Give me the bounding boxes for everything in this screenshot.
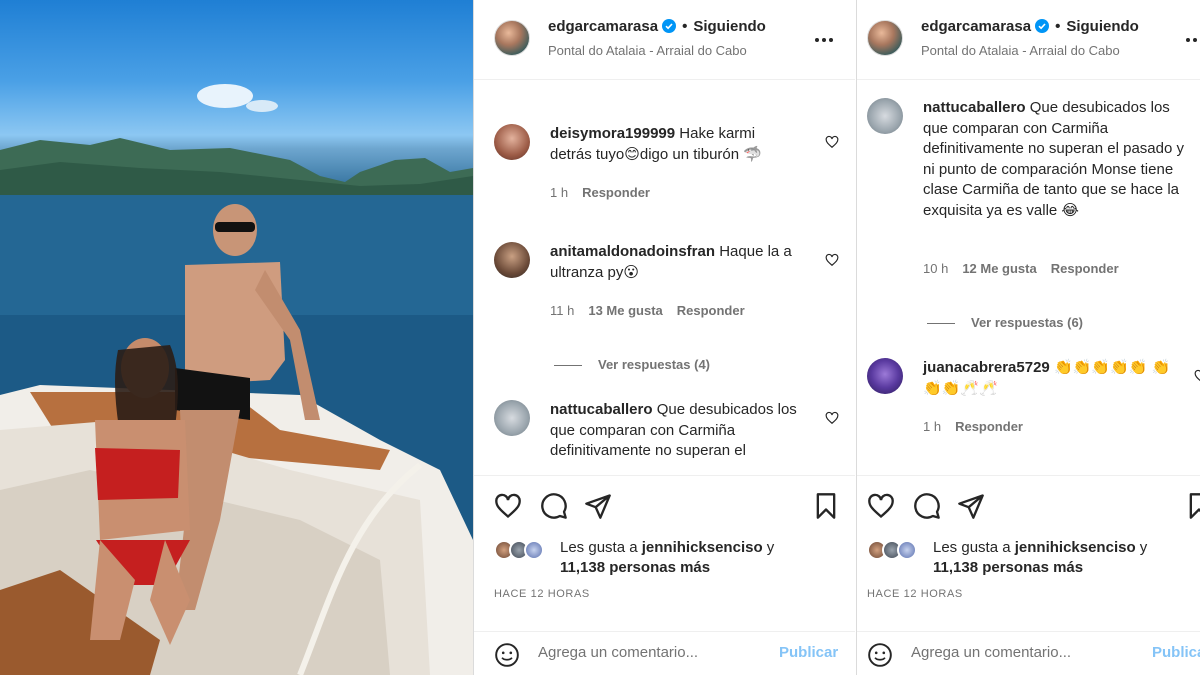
separator-dot: • [682,18,688,35]
likes-count[interactable]: 11,138 personas más [933,559,1083,576]
heart-icon[interactable] [867,492,895,520]
author-username[interactable]: edgarcamarasa [548,18,658,35]
following-button[interactable]: Siguiendo [1066,18,1139,35]
view-replies-label: Ver respuestas (4) [598,357,711,372]
comment-username[interactable]: juanacabrera5729 [923,359,1050,376]
emoji-icon[interactable] [494,642,520,668]
comment-input[interactable]: Agrega un comentario... [911,644,1071,661]
post-panel-left: edgarcamarasa • Siguiendo Pontal do Atalai… [473,0,855,675]
comment-likes[interactable]: 12 Me gusta [962,261,1036,276]
view-replies-label: Ver respuestas (6) [971,315,1084,330]
author-avatar[interactable] [494,20,530,56]
commenter-avatar[interactable] [494,242,530,278]
post-actions: Les gusta a jennihicksenciso y 11,138 per… [474,475,855,675]
heart-icon[interactable] [825,135,839,149]
more-icon[interactable] [1185,26,1200,49]
bookmark-icon[interactable] [812,492,840,520]
comment-likes[interactable]: 13 Me gusta [588,303,662,318]
commenter-avatar[interactable] [494,124,530,160]
view-replies-button[interactable]: Ver respuestas (4) [554,357,710,372]
reply-button[interactable]: Responder [955,419,1023,434]
emoji-icon[interactable] [867,642,893,668]
likes-conj: y [1139,539,1148,556]
commenter-avatar[interactable] [494,400,530,436]
add-comment-bar: Agrega un comentario... Publicar [857,631,1200,675]
comment-body: deisymora199999 Hake karmi detrás tuyo😊d… [550,124,800,165]
verified-icon [1035,19,1050,33]
comment-meta: 10 h 12 Me gusta Responder [923,261,1133,276]
publish-button[interactable]: Publicar [1152,644,1200,661]
post-time[interactable]: HACE 12 HORAS [867,588,963,600]
likes-conj: y [766,539,775,556]
likers-avatars [867,540,927,562]
comment-time: 1 h [550,185,569,200]
author-line: edgarcamarasa • Siguiendo [548,18,766,35]
view-replies-button[interactable]: Ver respuestas (6) [927,315,1083,330]
comment-time: 11 h [550,303,575,318]
post-header: edgarcamarasa • Siguiendo Pontal do Atalai… [474,0,855,80]
post-actions: Les gusta a jennihicksenciso y 11,138 per… [857,475,1200,675]
separator-dot: • [1055,18,1061,35]
likes-count[interactable]: 11,138 personas más [560,559,710,576]
share-icon[interactable] [957,492,985,520]
comments-list[interactable]: deisymora199999 Hake karmi detrás tuyo😊d… [474,80,855,475]
verified-icon [662,19,677,33]
share-icon[interactable] [584,492,612,520]
likes-user[interactable]: jennihicksenciso [1015,539,1136,556]
reply-button[interactable]: Responder [677,303,745,318]
comment-icon[interactable] [913,492,941,520]
comment-icon[interactable] [540,492,568,520]
reply-button[interactable]: Responder [1051,261,1119,276]
post-time[interactable]: HACE 12 HORAS [494,588,590,600]
post-header: edgarcamarasa • Siguiendo Pontal do Atalai… [857,0,1200,80]
following-button[interactable]: Siguiendo [693,18,766,35]
heart-icon[interactable] [825,411,839,425]
post-location[interactable]: Pontal do Atalaia - Arraial do Cabo [921,43,1120,58]
commenter-avatar[interactable] [867,358,903,394]
comment-meta: 11 h 13 Me gusta Responder [550,303,759,318]
author-line: edgarcamarasa • Siguiendo [921,18,1139,35]
post-photo [0,0,473,675]
likes-prefix: Les gusta a [560,539,638,556]
heart-icon[interactable] [825,253,839,267]
comments-list[interactable]: nattucaballero Que desubicados los que c… [857,80,1200,475]
likes-prefix: Les gusta a [933,539,1011,556]
comment-body: nattucaballero Que desubicados los que c… [923,98,1185,221]
post-panel-right: edgarcamarasa • Siguiendo Pontal do Atalai… [856,0,1200,675]
post-photo-illustration [0,84,473,675]
likers-avatars [494,540,554,562]
comment-username[interactable]: nattucaballero [923,99,1026,116]
add-comment-bar: Agrega un comentario... Publicar [474,631,855,675]
bookmark-icon[interactable] [1185,492,1200,520]
likes-user[interactable]: jennihicksenciso [642,539,763,556]
comment-text: Que desubicados los que comparan con Car… [923,99,1185,219]
comment-meta: 1 h Responder [550,185,664,200]
author-avatar[interactable] [867,20,903,56]
commenter-avatar[interactable] [867,98,903,134]
replies-divider [554,365,582,367]
comment-username[interactable]: deisymora199999 [550,125,675,142]
likes-text: Les gusta a jennihicksenciso y 11,138 per… [933,538,1147,578]
replies-divider [927,323,955,325]
comment-body: anitamaldonadoinsfran Haque la a ultranz… [550,242,805,283]
author-username[interactable]: edgarcamarasa [921,18,1031,35]
comment-time: 1 h [923,419,942,434]
heart-icon[interactable] [1194,369,1200,383]
more-icon[interactable] [814,26,834,49]
comment-username[interactable]: nattucaballero [550,401,653,418]
comment-body: nattucaballero Que desubicados los que c… [550,400,810,462]
comment-input[interactable]: Agrega un comentario... [538,644,698,661]
comment-body: juanacabrera5729 👏👏👏👏👏 👏👏👏🥂🥂 [923,358,1185,399]
comment-meta: 1 h Responder [923,419,1037,434]
comment-username[interactable]: anitamaldonadoinsfran [550,243,715,260]
post-location[interactable]: Pontal do Atalaia - Arraial do Cabo [548,43,747,58]
reply-button[interactable]: Responder [582,185,650,200]
likes-text: Les gusta a jennihicksenciso y 11,138 per… [560,538,774,578]
comment-time: 10 h [923,261,949,276]
publish-button[interactable]: Publicar [779,644,838,661]
heart-icon[interactable] [494,492,522,520]
